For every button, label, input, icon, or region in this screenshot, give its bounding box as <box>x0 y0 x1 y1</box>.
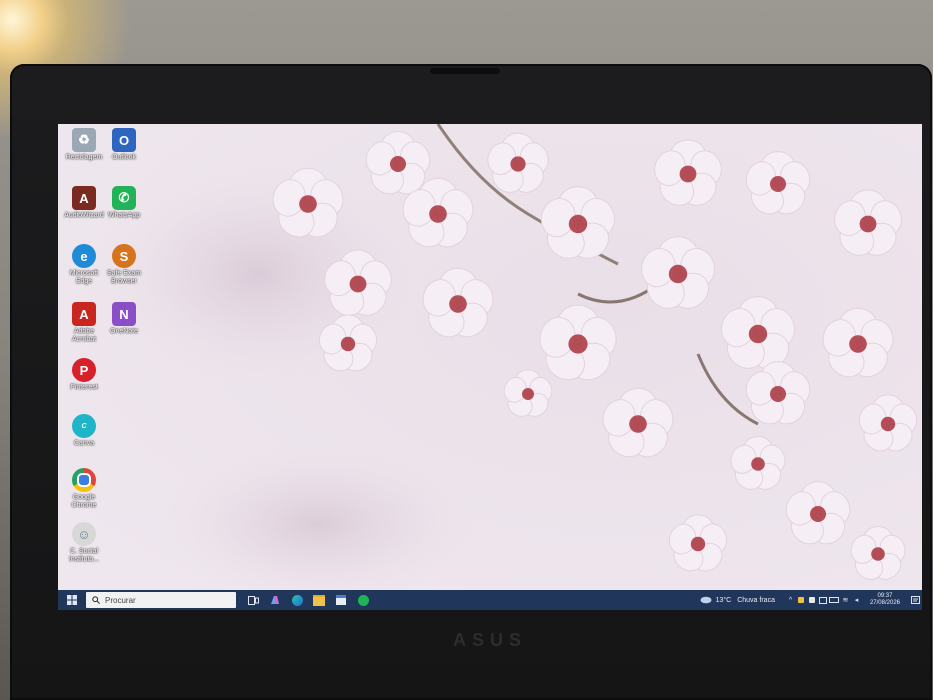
desktop-icon-canva[interactable]: C Canva <box>64 414 104 448</box>
taskbar: Procurar 13°C Chuva fraca ^ ≋ ◂ 09:37 27… <box>58 590 922 610</box>
outlook-icon: O <box>112 128 136 152</box>
tray-app-icon-1[interactable] <box>796 590 807 610</box>
desktop-icon-pinterest[interactable]: P Pinterest <box>64 358 104 392</box>
tray-app-icon-3[interactable] <box>818 590 829 610</box>
calendar-icon <box>336 595 346 605</box>
notification-center-button[interactable] <box>908 590 922 610</box>
chrome-icon <box>72 468 96 492</box>
start-button[interactable] <box>58 590 86 610</box>
recycle-bin-icon: ♻ <box>72 128 96 152</box>
desktop-icon-safe-exam-browser[interactable]: S Safe Exam Browser <box>104 244 144 286</box>
whatsapp-icon: ✆ <box>112 186 136 210</box>
desktop-icon-outlook[interactable]: O Outlook <box>104 128 144 162</box>
desktop-icon-app-shortcut[interactable]: ☺ C. Social Instituto... <box>64 522 104 564</box>
desktop-icon-label: Adobe Acrobat <box>71 328 97 343</box>
audiowizard-icon: A <box>72 186 96 210</box>
desktop-icon-label: Google Chrome <box>71 494 97 509</box>
copilot-icon <box>271 596 279 604</box>
clock-date: 27/08/2026 <box>869 600 900 606</box>
windows-logo-icon <box>67 595 77 605</box>
whatsapp-icon <box>357 594 369 606</box>
desktop-icon-whatsapp[interactable]: ✆ WhatsApp <box>104 186 144 220</box>
desktop-icon-audiowizard[interactable]: A AudioWizard <box>64 186 104 220</box>
rain-cloud-icon <box>700 596 712 604</box>
desktop-icon-label: C. Social Instituto... <box>68 548 100 563</box>
desktop-icon-label: Reciclagem <box>65 154 103 161</box>
taskbar-whatsapp[interactable] <box>352 590 374 610</box>
desktop-icon-label: Pinterest <box>70 384 98 391</box>
search-placeholder: Procurar <box>105 595 136 605</box>
edge-icon <box>291 594 303 606</box>
canva-icon: C <box>72 414 96 438</box>
weather-widget[interactable]: 13°C Chuva fraca <box>700 596 775 604</box>
pinterest-icon: P <box>72 358 96 382</box>
desktop-icon-label: Canva <box>73 440 95 447</box>
desktop-icon-recycle-bin[interactable]: ♻ Reciclagem <box>64 128 104 162</box>
safe-exam-browser-icon: S <box>112 244 136 268</box>
notification-icon <box>910 595 920 604</box>
wifi-icon[interactable]: ≋ <box>840 590 851 610</box>
desktop-icon-label: Outlook <box>111 154 137 161</box>
system-tray: 13°C Chuva fraca ^ ≋ ◂ 09:37 27/08/2026 <box>700 590 922 610</box>
desktop-icon-label: Microsoft Edge <box>69 270 99 285</box>
desktop-icon-grid: ♻ Reciclagem O Outlook A AudioWizard ✆ W… <box>58 124 158 590</box>
desktop-icon-label: AudioWizard <box>64 212 104 219</box>
taskbar-clock[interactable]: 09:37 27/08/2026 <box>870 593 900 607</box>
webcam <box>430 68 500 74</box>
acrobat-icon: A <box>72 302 96 326</box>
app-shortcut-icon: ☺ <box>72 522 96 546</box>
weather-temperature: 13°C <box>715 596 732 604</box>
clock-time: 09:37 <box>877 593 893 599</box>
desktop-icon-label: Safe Exam Browser <box>106 270 142 285</box>
edge-icon: e <box>72 244 96 268</box>
taskbar-search-box[interactable]: Procurar <box>86 592 236 608</box>
desktop-icon-onenote[interactable]: N OneNote <box>104 302 144 336</box>
battery-icon[interactable] <box>829 590 840 610</box>
onenote-icon: N <box>112 302 136 326</box>
taskbar-file-explorer[interactable] <box>308 590 330 610</box>
cherry-blossom-wallpaper <box>58 124 922 590</box>
taskbar-calendar[interactable] <box>330 590 352 610</box>
tray-app-icon-2[interactable] <box>807 590 818 610</box>
taskbar-copilot[interactable] <box>264 590 286 610</box>
taskbar-edge[interactable] <box>286 590 308 610</box>
file-explorer-icon <box>313 594 325 606</box>
desktop-icon-acrobat[interactable]: A Adobe Acrobat <box>64 302 104 344</box>
desktop-icon-label: WhatsApp <box>107 212 141 219</box>
desktop-icon-edge[interactable]: e Microsoft Edge <box>64 244 104 286</box>
volume-icon[interactable]: ◂ <box>851 590 862 610</box>
tray-chevron-up-icon[interactable]: ^ <box>785 590 796 610</box>
task-view-icon <box>247 595 259 605</box>
weather-description: Chuva fraca <box>737 596 775 604</box>
taskbar-task-view[interactable] <box>242 590 264 610</box>
desktop-icon-label: OneNote <box>109 328 139 335</box>
desktop-icon-chrome[interactable]: Google Chrome <box>64 468 104 510</box>
desktop-screen: ♻ Reciclagem O Outlook A AudioWizard ✆ W… <box>58 124 922 610</box>
search-icon <box>92 596 100 604</box>
brand-logo: ASUS <box>452 630 527 650</box>
